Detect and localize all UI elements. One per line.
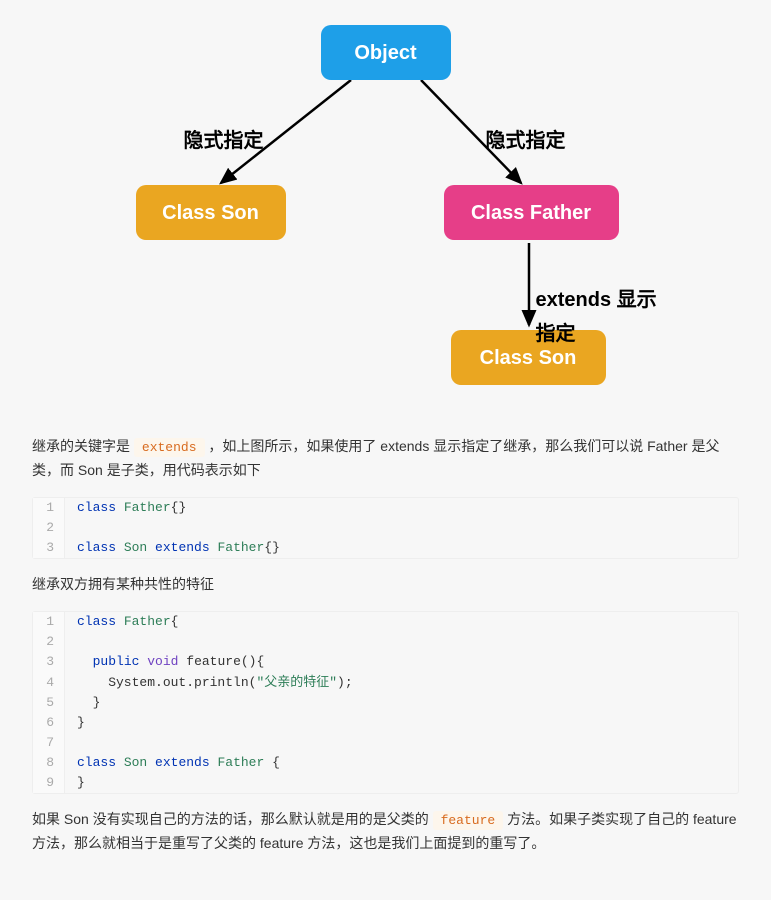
- code-block-1: 1class Father{}23class Son extends Fathe…: [32, 497, 739, 559]
- class-father-box: Class Father: [444, 185, 619, 240]
- para1-pre: 继承的关键字是: [32, 438, 134, 454]
- para3-pre: 如果 Son 没有实现自己的方法的话，那么默认就是用的是父类的: [32, 811, 433, 827]
- inheritance-diagram: Object Class Son Class Father Class Son …: [106, 25, 666, 415]
- paragraph-3: 如果 Son 没有实现自己的方法的话，那么默认就是用的是父类的 feature …: [32, 808, 739, 856]
- object-box: Object: [321, 25, 451, 80]
- class-son-box-top: Class Son: [136, 185, 286, 240]
- paragraph-1: 继承的关键字是 extends ，如上图所示，如果使用了 extends 显示指…: [32, 435, 739, 483]
- extends-label: extends 显示指定: [536, 283, 666, 351]
- implicit-label-left: 隐式指定: [184, 124, 264, 158]
- code-block-2: 1class Father{23 public void feature(){4…: [32, 611, 739, 794]
- extends-keyword-inline: extends: [134, 438, 205, 457]
- paragraph-2: 继承双方拥有某种共性的特征: [32, 573, 739, 597]
- implicit-label-right: 隐式指定: [486, 124, 566, 158]
- feature-keyword-inline: feature: [433, 811, 504, 830]
